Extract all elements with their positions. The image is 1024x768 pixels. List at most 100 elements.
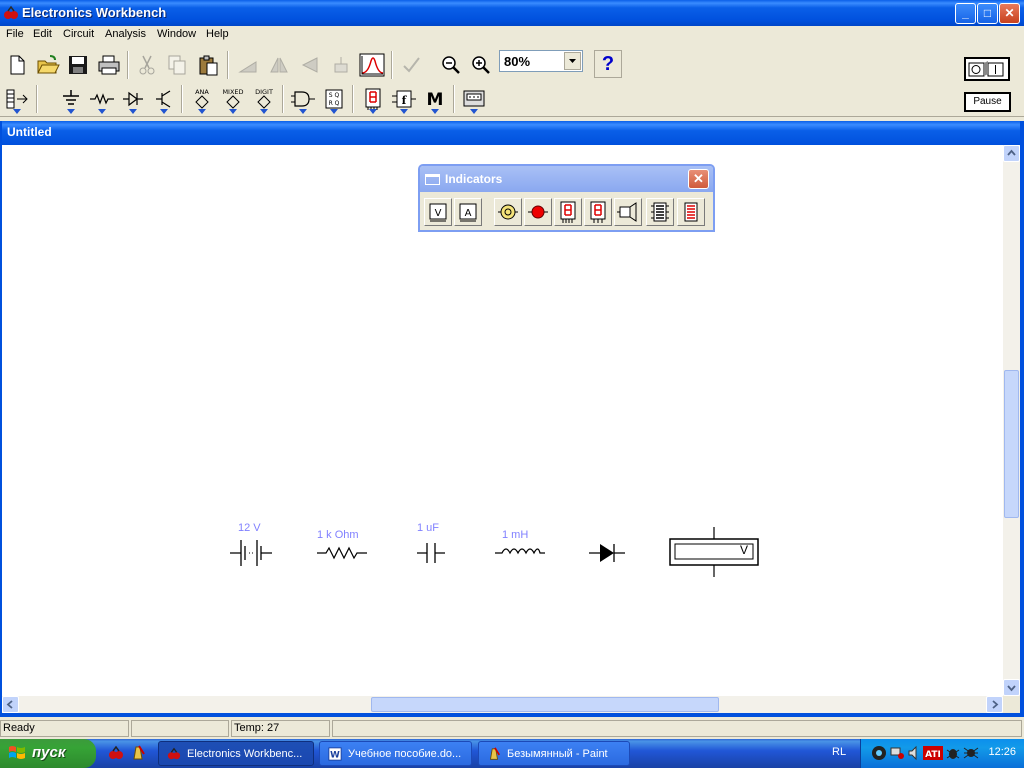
- pencil-check-icon: [402, 56, 420, 73]
- maximize-button[interactable]: □: [977, 3, 998, 24]
- parts-bin-indicators[interactable]: [358, 84, 387, 114]
- minimize-button[interactable]: _: [955, 3, 976, 24]
- bulb-indicator-button[interactable]: [494, 198, 522, 226]
- open-button[interactable]: [33, 50, 62, 79]
- chevron-down-icon[interactable]: [564, 52, 581, 70]
- flip-vertical-button[interactable]: [295, 50, 324, 79]
- ammeter-icon: A: [459, 203, 477, 222]
- seven-segment-icon: [560, 201, 576, 223]
- flip-horizontal-icon: [269, 57, 288, 72]
- vertical-scroll-thumb[interactable]: [1004, 370, 1019, 518]
- save-button[interactable]: [63, 50, 92, 79]
- horizontal-scrollbar[interactable]: [2, 696, 1003, 713]
- task-paint[interactable]: Безымянный - Paint: [478, 741, 630, 766]
- decoded-bargraph-button[interactable]: [677, 198, 705, 226]
- status-ready: Ready: [0, 720, 129, 737]
- task-label: Electronics Workbenc...: [187, 748, 303, 760]
- flip-horizontal-button[interactable]: [264, 50, 293, 79]
- toolbar-separator: [36, 85, 38, 113]
- menu-edit[interactable]: Edit: [33, 28, 52, 40]
- decoded-display-button[interactable]: [584, 198, 612, 226]
- cut-button[interactable]: [132, 50, 161, 79]
- parts-bin-digital-ics[interactable]: DIGIT: [249, 84, 278, 114]
- parts-bin-favorites[interactable]: [2, 84, 31, 114]
- scroll-corner: [1003, 696, 1020, 713]
- parts-bin-logic-gates[interactable]: [288, 84, 317, 114]
- palette-title-bar[interactable]: Indicators ✕: [420, 166, 713, 192]
- parts-bin-analog-ics[interactable]: ANA: [187, 84, 216, 114]
- quicklaunch-paint-icon[interactable]: [130, 745, 146, 761]
- power-switch[interactable]: [964, 57, 1010, 81]
- menu-help[interactable]: Help: [206, 28, 229, 40]
- zoom-out-button[interactable]: [436, 50, 465, 79]
- tray-spider-icon[interactable]: [963, 745, 979, 761]
- scroll-down-button[interactable]: [1003, 679, 1020, 696]
- task-electronics-workbench[interactable]: Electronics Workbenc...: [158, 741, 314, 766]
- clock: 12:26: [988, 746, 1016, 758]
- inductor-component[interactable]: [494, 543, 546, 559]
- seven-segment-display-button[interactable]: [554, 198, 582, 226]
- dropdown-arrow-icon: [66, 109, 75, 114]
- scroll-left-button[interactable]: [2, 696, 19, 713]
- app-logo-icon: [4, 5, 18, 19]
- buzzer-indicator-button[interactable]: [614, 198, 642, 226]
- menu-analysis[interactable]: Analysis: [105, 28, 146, 40]
- battery-component[interactable]: [228, 535, 274, 571]
- zoom-in-button[interactable]: [466, 50, 495, 79]
- diode-component[interactable]: [588, 542, 626, 564]
- parts-bin-diodes[interactable]: [118, 84, 147, 114]
- new-button[interactable]: [2, 50, 31, 79]
- zoom-select[interactable]: 80%: [499, 50, 583, 72]
- svg-text:M: M: [426, 90, 443, 110]
- paste-button[interactable]: [193, 50, 222, 79]
- capacitor-component[interactable]: [416, 541, 446, 565]
- parts-bin-sources[interactable]: [56, 84, 85, 114]
- vertical-scrollbar[interactable]: [1003, 145, 1020, 696]
- flip-vertical-icon: [301, 56, 317, 73]
- function-control-icon: f: [391, 90, 416, 107]
- parts-bin-basic[interactable]: [87, 84, 116, 114]
- svg-text:A: A: [465, 208, 472, 219]
- resistor-component[interactable]: [316, 543, 368, 563]
- pause-button[interactable]: Pause: [964, 92, 1011, 112]
- start-button[interactable]: пуск: [0, 739, 96, 768]
- parts-bin-miscellaneous[interactable]: M: [420, 84, 449, 114]
- ammeter-indicator-button[interactable]: A: [454, 198, 482, 226]
- menu-circuit[interactable]: Circuit: [63, 28, 94, 40]
- dropdown-arrow-icon: [399, 109, 408, 114]
- language-indicator[interactable]: RL: [832, 746, 846, 758]
- parts-bin-controls[interactable]: f: [389, 84, 418, 114]
- scroll-up-button[interactable]: [1003, 145, 1020, 162]
- task-word-document[interactable]: W Учебное пособие.do...: [319, 741, 472, 766]
- rotate-button[interactable]: [233, 50, 262, 79]
- voltmeter-indicator-button[interactable]: V: [424, 198, 452, 226]
- tray-media-icon[interactable]: [871, 745, 887, 761]
- parts-bin-digital[interactable]: S QR Q: [319, 84, 348, 114]
- parts-bin-instruments[interactable]: [459, 84, 488, 114]
- component-properties-button[interactable]: [396, 50, 425, 79]
- quicklaunch-ewb-icon[interactable]: [108, 745, 124, 761]
- dropdown-arrow-icon: [430, 109, 439, 114]
- digital-ic-icon: DIGIT: [255, 88, 272, 109]
- subcircuit-button[interactable]: [326, 50, 355, 79]
- copy-button[interactable]: [162, 50, 191, 79]
- bargraph-indicator-button[interactable]: [646, 198, 674, 226]
- indicators-palette[interactable]: Indicators ✕ V A: [418, 164, 715, 232]
- horizontal-scroll-thumb[interactable]: [371, 697, 719, 712]
- menu-file[interactable]: File: [6, 28, 24, 40]
- graph-button[interactable]: [357, 50, 386, 79]
- seven-segment-icon: [365, 88, 380, 110]
- help-button[interactable]: ?: [594, 50, 622, 78]
- probe-indicator-button[interactable]: [524, 198, 552, 226]
- close-button[interactable]: ✕: [999, 3, 1020, 24]
- tray-network-icon[interactable]: [889, 745, 905, 761]
- tray-sound-icon[interactable]: [907, 745, 923, 761]
- print-button[interactable]: [94, 50, 123, 79]
- scroll-right-button[interactable]: [986, 696, 1003, 713]
- tray-ati-icon[interactable]: ATI: [923, 746, 943, 760]
- menu-window[interactable]: Window: [157, 28, 196, 40]
- tray-bug-icon[interactable]: [945, 745, 961, 761]
- parts-bin-transistors[interactable]: [149, 84, 178, 114]
- parts-bin-mixed-ics[interactable]: MIXED: [218, 84, 247, 114]
- palette-close-button[interactable]: ✕: [688, 169, 709, 189]
